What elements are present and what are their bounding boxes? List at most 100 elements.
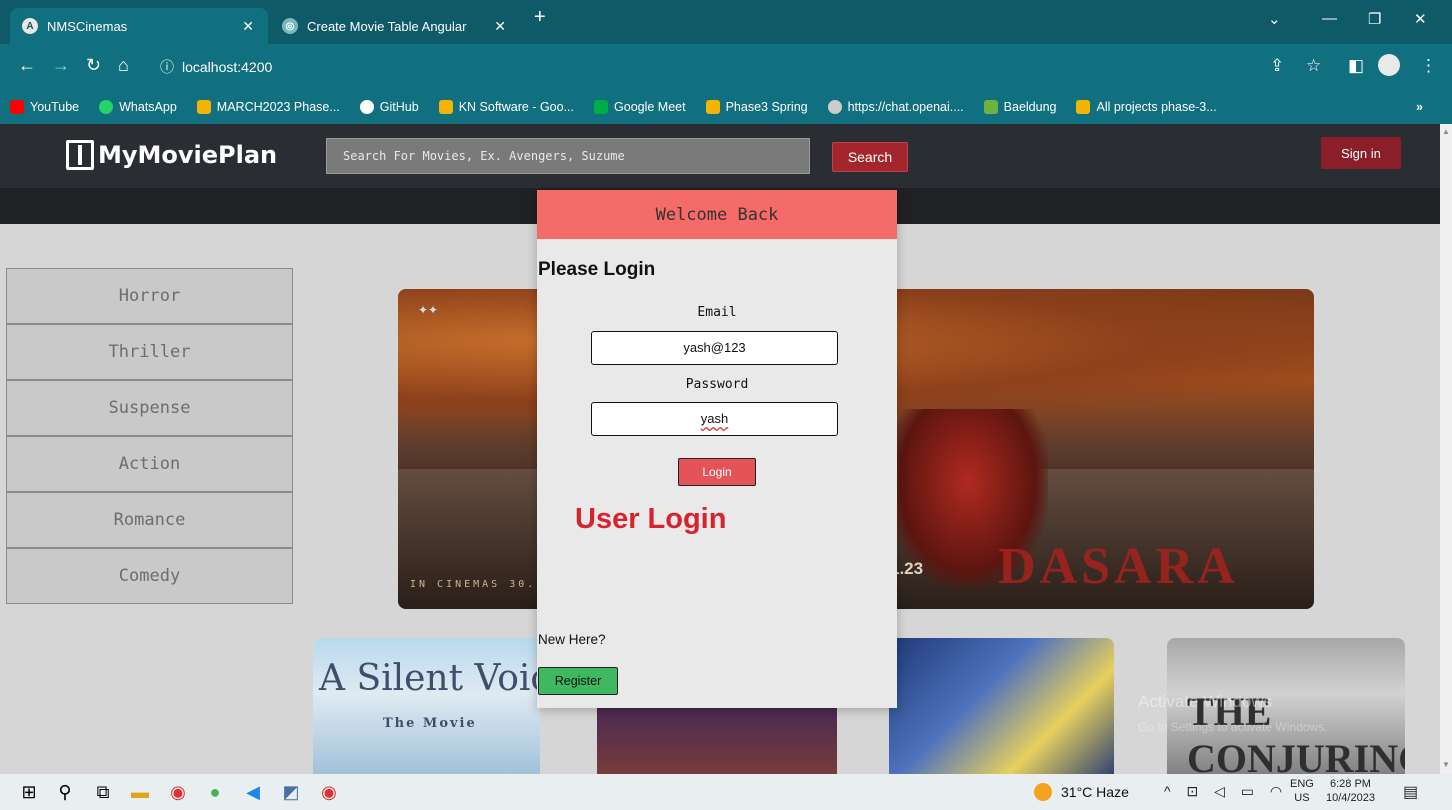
- forward-icon[interactable]: →: [52, 55, 70, 76]
- bookmark-github[interactable]: GitHub: [359, 100, 419, 114]
- vscode-icon[interactable]: ◀: [240, 780, 266, 804]
- weather-widget[interactable]: 31°C Haze: [1034, 783, 1129, 801]
- browser-toolbar: ← → ↻ ⌂ ⓘ localhost:4200 ⇪ ☆ ◧ ⋮: [0, 44, 1452, 90]
- bookmark-google-meet[interactable]: Google Meet: [594, 100, 686, 114]
- bookmark-youtube[interactable]: YouTube: [10, 100, 79, 114]
- search-button[interactable]: Search: [832, 142, 908, 172]
- youtube-icon: [10, 100, 24, 114]
- genre-thriller[interactable]: Thriller: [6, 324, 293, 380]
- page-viewport: MyMoviePlan Search For Movies, Ex. Aveng…: [0, 124, 1440, 774]
- restore-icon[interactable]: ❐: [1368, 10, 1381, 28]
- google-drive-icon: [705, 100, 720, 114]
- weather-sun-icon: [1034, 783, 1052, 801]
- home-icon[interactable]: ⌂: [118, 55, 129, 76]
- poster-subtitle: The Movie: [383, 716, 477, 731]
- site-info-icon[interactable]: ⓘ: [160, 57, 174, 77]
- bookmark-chat-openai[interactable]: https://chat.openai....: [827, 100, 964, 114]
- genre-comedy[interactable]: Comedy: [6, 548, 293, 604]
- back-icon[interactable]: ←: [18, 55, 36, 76]
- login-heading: Please Login: [538, 259, 656, 280]
- app-logo[interactable]: MyMoviePlan: [66, 140, 277, 170]
- side-panel-icon[interactable]: ◧: [1348, 56, 1364, 76]
- notifications-icon[interactable]: ▤: [1403, 782, 1418, 802]
- activate-windows-subtext: Go to Settings to activate Windows.: [1138, 720, 1328, 734]
- google-drive-icon: [1076, 100, 1091, 114]
- google-drive-icon: [196, 100, 211, 114]
- login-button[interactable]: Login: [678, 458, 756, 486]
- eclipse-icon[interactable]: ●: [202, 780, 228, 804]
- more-bookmarks-icon[interactable]: »: [1416, 100, 1423, 114]
- user-login-title: User Login: [575, 503, 727, 535]
- share-icon[interactable]: ⇪: [1270, 56, 1284, 76]
- file-explorer-icon[interactable]: ▬: [127, 780, 153, 804]
- search-icon[interactable]: ⚲: [52, 780, 78, 804]
- scroll-up-icon[interactable]: ▲: [1442, 127, 1450, 136]
- app-header: MyMoviePlan Search For Movies, Ex. Aveng…: [0, 124, 1440, 188]
- close-tab-icon[interactable]: ✕: [494, 18, 506, 35]
- hero-cinemas-text: IN CINEMAS 30.: [410, 579, 537, 590]
- clock[interactable]: 6:28 PM 10/4/2023: [1326, 777, 1375, 805]
- scroll-down-icon[interactable]: ▼: [1442, 760, 1450, 769]
- system-tray-icons[interactable]: ^ ⊡ ◁ ▭ ◠: [1164, 783, 1288, 800]
- login-modal: Welcome Back Please Login Email yash@123…: [537, 190, 897, 708]
- windows-start-icon[interactable]: ⊞: [16, 780, 42, 804]
- genre-suspense[interactable]: Suspense: [6, 380, 293, 436]
- browser-menu-icon[interactable]: ⋮: [1420, 56, 1437, 76]
- browser-tab-strip: A NMSCinemas ✕ ◎ Create Movie Table Angu…: [0, 0, 1452, 44]
- address-bar[interactable]: ⓘ localhost:4200: [148, 52, 1298, 82]
- logo-icon: [66, 140, 94, 170]
- app-icon[interactable]: ◩: [278, 780, 304, 804]
- chatgpt-favicon-icon: ◎: [282, 18, 298, 34]
- new-here-text: New Here?: [538, 632, 606, 647]
- genre-list: Horror Thriller Suspense Action Romance …: [6, 268, 293, 604]
- windows-taskbar: ⊞ ⚲ ⧉ ▬ ◉ ● ◀ ◩ ◉ 31°C Haze ^ ⊡ ◁ ▭ ◠ EN…: [0, 774, 1452, 810]
- production-logo-icon: ✦✦: [418, 303, 439, 317]
- reload-icon[interactable]: ↻: [86, 55, 101, 76]
- openai-icon: [827, 100, 842, 114]
- tab-create-movie-table[interactable]: ◎ Create Movie Table Angular ✕: [270, 8, 520, 44]
- tab-search-chevron-icon[interactable]: ⌄: [1268, 10, 1281, 28]
- genre-action[interactable]: Action: [6, 436, 293, 492]
- tab-label: Create Movie Table Angular: [307, 18, 467, 34]
- language-indicator[interactable]: ENG US: [1290, 777, 1314, 805]
- github-icon: [359, 100, 374, 114]
- activate-windows-watermark: Activate Windows: [1138, 692, 1273, 711]
- close-window-icon[interactable]: ✕: [1414, 10, 1427, 28]
- task-view-icon[interactable]: ⧉: [90, 780, 116, 804]
- minimize-icon[interactable]: —: [1322, 10, 1337, 27]
- email-label: Email: [697, 305, 737, 320]
- bookmark-star-icon[interactable]: ☆: [1306, 56, 1321, 76]
- movie-search-input[interactable]: Search For Movies, Ex. Avengers, Suzume: [326, 138, 810, 174]
- bookmark-march2023[interactable]: MARCH2023 Phase...: [196, 100, 340, 114]
- hero-title: DASARA: [998, 538, 1239, 595]
- password-label: Password: [685, 377, 749, 392]
- tab-nmscinemas[interactable]: A NMSCinemas ✕: [10, 8, 268, 44]
- chrome-profile-icon[interactable]: ◉: [316, 780, 342, 804]
- angular-favicon-icon: A: [22, 18, 38, 34]
- bookmark-whatsapp[interactable]: WhatsApp: [99, 100, 177, 114]
- genre-romance[interactable]: Romance: [6, 492, 293, 548]
- bookmarks-bar: YouTube WhatsApp MARCH2023 Phase... GitH…: [0, 90, 1452, 124]
- register-button[interactable]: Register: [538, 667, 618, 695]
- password-field[interactable]: yash: [591, 402, 838, 436]
- bookmark-kn-software[interactable]: KN Software - Goo...: [438, 100, 574, 114]
- bookmark-all-projects[interactable]: All projects phase-3...: [1076, 100, 1217, 114]
- genre-horror[interactable]: Horror: [6, 268, 293, 324]
- sign-in-button[interactable]: Sign in: [1321, 137, 1401, 169]
- poster-silent-voice[interactable]: A Silent Voice The Movie: [313, 638, 540, 774]
- profile-avatar[interactable]: [1378, 54, 1400, 76]
- bookmark-baeldung[interactable]: Baeldung: [983, 100, 1056, 114]
- chrome-icon[interactable]: ◉: [165, 780, 191, 804]
- baeldung-icon: [983, 100, 998, 114]
- bookmark-phase3-spring[interactable]: Phase3 Spring: [705, 100, 808, 114]
- close-tab-icon[interactable]: ✕: [242, 18, 254, 35]
- google-meet-icon: [594, 100, 609, 114]
- logo-text: MyMoviePlan: [98, 141, 278, 169]
- password-value: yash: [700, 411, 729, 426]
- modal-header: Welcome Back: [537, 190, 897, 239]
- tab-label: NMSCinemas: [47, 18, 128, 34]
- poster-anime[interactable]: [889, 638, 1114, 774]
- email-field[interactable]: yash@123: [591, 331, 838, 365]
- new-tab-icon[interactable]: +: [534, 6, 546, 29]
- page-scrollbar[interactable]: ▲ ▼: [1440, 124, 1452, 774]
